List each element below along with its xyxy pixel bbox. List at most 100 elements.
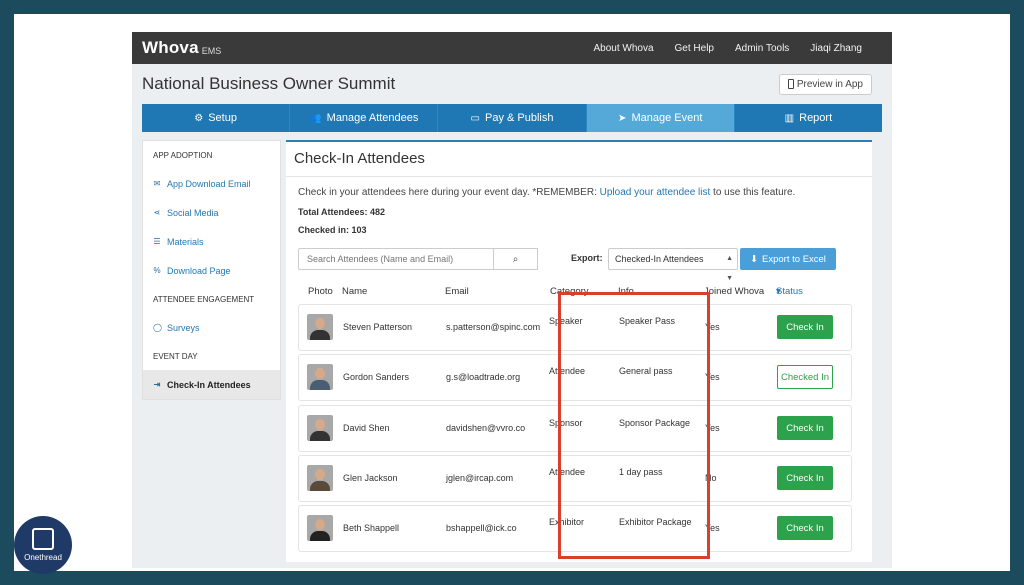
phone-icon (787, 79, 794, 89)
search-export-row: ⌕ Export: Checked-In Attendees ▲▼ ⬇ Expo… (298, 248, 858, 282)
bar-chart-icon: ▥ (784, 112, 795, 124)
brand-sub-label: EMS (201, 45, 222, 56)
search-button[interactable]: ⌕ (494, 248, 538, 270)
top-navbar: Whova EMS About Whova Get Help Admin Too… (132, 32, 892, 64)
sidebar-item-label: Materials (167, 236, 204, 247)
share-icon: ⋖ (153, 208, 161, 217)
check-in-button[interactable]: Check In (777, 466, 833, 490)
select-caret-icon: ▲ ▼ (726, 255, 733, 282)
top-nav-links: About Whova Get Help Admin Tools Jiaqi Z… (593, 43, 862, 54)
sidebar-item-materials[interactable]: ☰ Materials (143, 227, 280, 256)
sidebar-item-app-download-email[interactable]: ✉ App Download Email (143, 169, 280, 198)
page-title: Check-In Attendees (286, 142, 872, 177)
main-panel: Check-In Attendees Check in your attende… (286, 140, 872, 562)
content-area: APP ADOPTION ✉ App Download Email ⋖ Soci… (132, 132, 892, 562)
column-header-name[interactable]: Name (342, 286, 367, 297)
attendee-email: s.patterson@spinc.com (446, 322, 541, 332)
column-header-joined-whova[interactable]: Joined Whova (704, 286, 764, 297)
attendee-info: Sponsor Package (619, 418, 691, 428)
tab-report-label: Report (799, 112, 833, 124)
check-in-button[interactable]: Check In (777, 315, 833, 339)
check-in-button[interactable]: Check In (777, 516, 833, 540)
sidebar-item-surveys[interactable]: ◯ Surveys (143, 313, 280, 342)
table-row: Steven Patterson s.patterson@spinc.com S… (298, 304, 852, 351)
sidebar-item-social-media[interactable]: ⋖ Social Media (143, 198, 280, 227)
brand-logo[interactable]: Whova (142, 38, 199, 58)
checked-in-count: Checked in: 103 (298, 225, 367, 235)
sidebar-section-app-adoption: APP ADOPTION (153, 151, 213, 160)
column-header-photo: Photo (308, 286, 333, 297)
attendee-category: Sponsor (549, 418, 583, 428)
tab-report[interactable]: ▥ Report (735, 104, 882, 132)
download-icon: ⬇ (750, 253, 759, 265)
checkin-notice: Check in your attendees here during your… (286, 177, 872, 198)
export-to-excel-button[interactable]: ⬇ Export to Excel (740, 248, 836, 270)
tab-manage-event[interactable]: ➤ Manage Event (586, 104, 735, 132)
attendee-info: 1 day pass (619, 467, 663, 477)
attendee-joined-whova: No (705, 473, 717, 483)
notice-suffix: to use this feature. (710, 187, 796, 198)
attendee-email: jglen@ircap.com (446, 473, 514, 483)
sidebar-section-event-day: EVENT DAY (153, 352, 198, 361)
link-icon: % (153, 266, 161, 275)
gear-icon: ⚙ (194, 112, 204, 124)
whova-app-window: Whova EMS About Whova Get Help Admin Too… (132, 32, 892, 568)
screenshot-canvas: Whova EMS About Whova Get Help Admin Too… (14, 14, 1010, 571)
paper-plane-icon: ➤ (618, 112, 627, 124)
list-icon: ☰ (153, 237, 161, 246)
attendee-name: Beth Shappell (343, 523, 400, 533)
caret-down-icon: ▾ (776, 286, 781, 297)
attendee-joined-whova: Yes (705, 372, 720, 382)
tab-manage-attendees[interactable]: 👥 Manage Attendees (290, 104, 439, 132)
avatar (307, 465, 333, 491)
attendee-name: Gordon Sanders (343, 372, 410, 382)
sidebar-item-download-page[interactable]: % Download Page (143, 256, 280, 285)
table-row: Gordon Sanders g.s@loadtrade.org Attende… (298, 354, 852, 401)
avatar (307, 415, 333, 441)
search-attendees-input[interactable] (298, 248, 494, 270)
export-label: Export: (571, 253, 603, 263)
event-title-bar: National Business Owner Summit Preview i… (132, 64, 892, 104)
attendee-category: Speaker (549, 316, 583, 326)
users-icon: 👥 (309, 112, 322, 124)
export-to-excel-label: Export to Excel (762, 253, 826, 265)
tab-setup-label: Setup (208, 112, 237, 124)
nav-link-help[interactable]: Get Help (675, 43, 714, 54)
sidebar: APP ADOPTION ✉ App Download Email ⋖ Soci… (142, 140, 281, 400)
onethread-logo-icon (32, 528, 54, 550)
preview-in-app-button[interactable]: Preview in App (778, 73, 872, 95)
nav-link-user-account[interactable]: Jiaqi Zhang (810, 43, 862, 54)
total-attendees-count: Total Attendees: 482 (298, 207, 386, 217)
nav-link-about[interactable]: About Whova (593, 43, 653, 54)
sidebar-section-attendee-engagement: ATTENDEE ENGAGEMENT (153, 295, 255, 304)
upload-attendee-list-link[interactable]: Upload your attendee list (600, 187, 711, 198)
check-in-button[interactable]: Check In (777, 416, 833, 440)
tab-setup[interactable]: ⚙ Setup (142, 104, 291, 132)
preview-in-app-label: Preview in App (796, 78, 863, 90)
attendee-category: Attendee (549, 467, 586, 477)
tab-pay-publish-label: Pay & Publish (484, 112, 554, 124)
onethread-watermark-logo: Onethread (14, 516, 72, 574)
sidebar-item-label: Download Page (167, 265, 231, 276)
nav-link-admin-tools[interactable]: Admin Tools (735, 43, 789, 54)
table-row: Glen Jackson jglen@ircap.com Attendee 1 … (298, 455, 852, 502)
sidebar-item-check-in-attendees[interactable]: ⇥ Check-In Attendees (143, 370, 280, 399)
tab-pay-publish[interactable]: ▭ Pay & Publish (438, 104, 587, 132)
sidebar-item-label: Social Media (167, 207, 219, 218)
column-header-info[interactable]: Info (618, 286, 634, 297)
attendee-joined-whova: Yes (705, 523, 720, 533)
sidebar-item-label: Check-In Attendees (167, 379, 251, 390)
column-header-category[interactable]: Category (550, 286, 589, 297)
column-header-email[interactable]: Email (445, 286, 469, 297)
export-type-value: Checked-In Attendees (615, 254, 704, 264)
tab-manage-attendees-label: Manage Attendees (326, 112, 419, 124)
attendee-email: bshappell@ick.co (446, 523, 517, 533)
export-type-select[interactable]: Checked-In Attendees ▲ ▼ (608, 248, 738, 282)
attendee-category: Attendee (549, 366, 586, 376)
attendee-name: Steven Patterson (343, 322, 413, 332)
attendee-email: g.s@loadtrade.org (446, 372, 521, 382)
attendee-info: Speaker Pass (619, 316, 676, 326)
attendee-category: Exhibitor (549, 517, 585, 527)
checked-in-button[interactable]: Checked In (777, 365, 833, 389)
attendee-name: Glen Jackson (343, 473, 398, 483)
